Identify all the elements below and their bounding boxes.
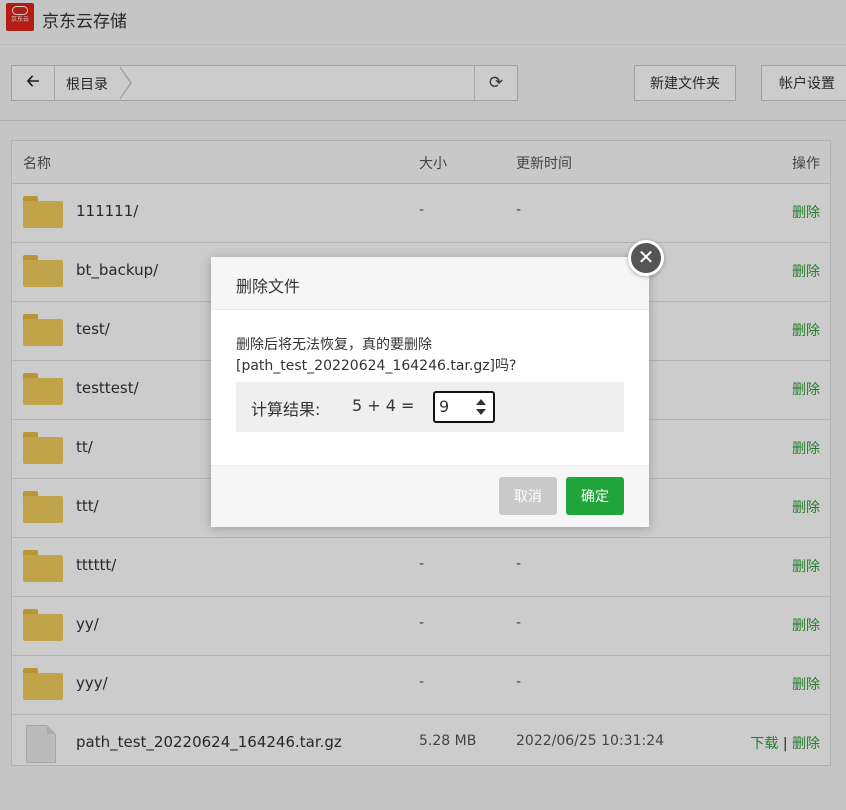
captcha-answer-value: 9 [439,397,450,416]
number-spinner[interactable] [474,396,488,418]
dialog-message-line2: [path_test_20220624_164246.tar.gz]吗? [236,358,517,374]
cancel-button[interactable]: 取消 [499,477,557,515]
captcha-expression: 5 + 4 = [352,396,415,415]
captcha-answer-input[interactable]: 9 [433,391,495,423]
dialog-message-line1: 删除后将无法恢复，真的要删除 [236,337,432,353]
spinner-up-icon[interactable] [476,399,486,405]
dialog-footer: 取消 确定 [211,465,649,527]
captcha-label: 计算结果: [251,400,321,419]
close-icon: ✕ [637,245,655,269]
delete-file-dialog: 删除文件 删除后将无法恢复，真的要删除 [path_test_20220624_… [211,257,649,527]
dialog-title: 删除文件 [236,277,301,296]
spinner-down-icon[interactable] [476,409,486,415]
dialog-message: 删除后将无法恢复，真的要删除 [path_test_20220624_16424… [236,335,626,377]
captcha-box: 计算结果: 5 + 4 = 9 [236,382,624,432]
dialog-header: 删除文件 [211,257,649,310]
close-dialog-button[interactable]: ✕ [628,240,664,276]
confirm-button[interactable]: 确定 [566,477,624,515]
